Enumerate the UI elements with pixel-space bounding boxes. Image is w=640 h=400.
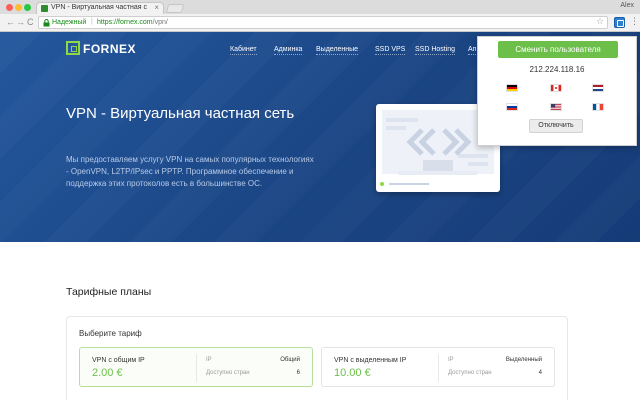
plan-countries-label: Доступно стран bbox=[448, 370, 492, 376]
france-flag-icon[interactable] bbox=[592, 103, 604, 111]
browser-tab-bar: VPN - Виртуальная частная с × Alex bbox=[0, 0, 640, 14]
plan-ip-label: IP bbox=[448, 357, 454, 363]
plan-countries-value: 6 bbox=[296, 370, 300, 376]
plan-ip-label: IP bbox=[206, 357, 212, 363]
germany-flag-icon[interactable] bbox=[506, 84, 518, 92]
forward-arrow-icon[interactable]: → bbox=[16, 17, 25, 27]
plan-price: 10.00 € bbox=[334, 367, 371, 379]
address-bar[interactable]: Надежный | https://fornex.com/vpn/ bbox=[38, 16, 608, 29]
switch-user-button[interactable]: Сменить пользователя bbox=[498, 41, 618, 58]
nav-item-cabinet[interactable]: Кабинет bbox=[230, 46, 257, 55]
close-window-button[interactable] bbox=[6, 4, 13, 11]
monitor-stand-base bbox=[398, 171, 478, 175]
new-tab-button[interactable] bbox=[165, 4, 185, 13]
disconnect-button[interactable]: Отключить bbox=[529, 119, 583, 133]
maximize-window-button[interactable] bbox=[24, 4, 31, 11]
russia-flag-icon[interactable] bbox=[506, 103, 518, 111]
plan-countries-value: 4 bbox=[538, 370, 542, 376]
plan-divider bbox=[438, 354, 439, 382]
monitor-bar bbox=[389, 183, 429, 185]
profile-name[interactable]: Alex bbox=[620, 2, 634, 9]
hero-description: Мы предоставляем услугу VPN на самых поп… bbox=[66, 155, 314, 188]
plan-countries-label: Доступно стран bbox=[206, 370, 250, 376]
plan-name: VPN с выделенным IP bbox=[334, 357, 407, 364]
nav-item-more[interactable]: Ап bbox=[468, 46, 477, 55]
minimize-window-button[interactable] bbox=[15, 4, 22, 11]
monitor-power-dot bbox=[380, 182, 384, 186]
back-arrow-icon[interactable]: ← bbox=[6, 17, 15, 27]
tab-close-icon[interactable]: × bbox=[154, 3, 159, 12]
plans-card: Выберите тариф VPN с общим IP 2.00 € IP … bbox=[66, 316, 568, 400]
netherlands-flag-icon[interactable] bbox=[592, 84, 604, 92]
vpn-extension-popup: Сменить пользователя 212.224.118.16 Откл… bbox=[477, 36, 637, 146]
url-text: https://fornex.com/vpn/ bbox=[97, 19, 168, 26]
nav-item-admin[interactable]: Админка bbox=[274, 46, 303, 55]
current-ip: 212.224.118.16 bbox=[529, 65, 585, 74]
url-path: /vpn/ bbox=[152, 19, 168, 26]
browser-toolbar: ← → C Надежный | https://fornex.com/vpn/… bbox=[0, 14, 640, 32]
plans-section-title: Тарифные планы bbox=[66, 286, 152, 298]
bookmark-star-icon[interactable]: ☆ bbox=[596, 16, 604, 27]
plan-divider bbox=[196, 354, 197, 382]
nav-item-ssd-hosting[interactable]: SSD Hosting bbox=[415, 46, 456, 55]
url-separator: | bbox=[91, 18, 93, 25]
url-host: https://fornex.com bbox=[97, 19, 153, 26]
plan-name: VPN с общим IP bbox=[92, 357, 145, 364]
reload-icon[interactable]: C bbox=[27, 17, 34, 27]
plan-ip-value: Выделенный bbox=[505, 357, 542, 363]
logo-text: FORNEX bbox=[83, 42, 137, 56]
choose-plan-label: Выберите тариф bbox=[79, 329, 142, 338]
secure-label: Надежный bbox=[52, 19, 87, 26]
fornex-favicon-icon bbox=[41, 5, 48, 12]
nav-item-dedicated[interactable]: Выделенные bbox=[316, 46, 359, 55]
plan-ip-value: Общий bbox=[280, 357, 300, 363]
fornex-logo-mark-icon bbox=[66, 41, 80, 55]
vpn-extension-icon[interactable] bbox=[614, 17, 625, 28]
canada-flag-icon[interactable] bbox=[550, 84, 562, 92]
tab-title: VPN - Виртуальная частная с bbox=[51, 4, 147, 11]
usa-flag-icon[interactable] bbox=[550, 103, 562, 111]
lock-icon bbox=[43, 19, 50, 27]
plan-shared-ip[interactable]: VPN с общим IP 2.00 € IP Общий Доступно … bbox=[79, 347, 313, 387]
hero-title: VPN - Виртуальная частная сеть bbox=[66, 105, 295, 122]
nav-item-ssd-vps[interactable]: SSD VPS bbox=[375, 46, 406, 55]
plan-dedicated-ip[interactable]: VPN с выделенным IP 10.00 € IP Выделенны… bbox=[321, 347, 555, 387]
browser-tab-active[interactable]: VPN - Виртуальная частная с × bbox=[36, 2, 164, 14]
browser-menu-icon[interactable]: ⋮ bbox=[630, 16, 639, 27]
plan-price: 2.00 € bbox=[92, 367, 123, 379]
fornex-logo[interactable]: FORNEX bbox=[66, 41, 136, 57]
